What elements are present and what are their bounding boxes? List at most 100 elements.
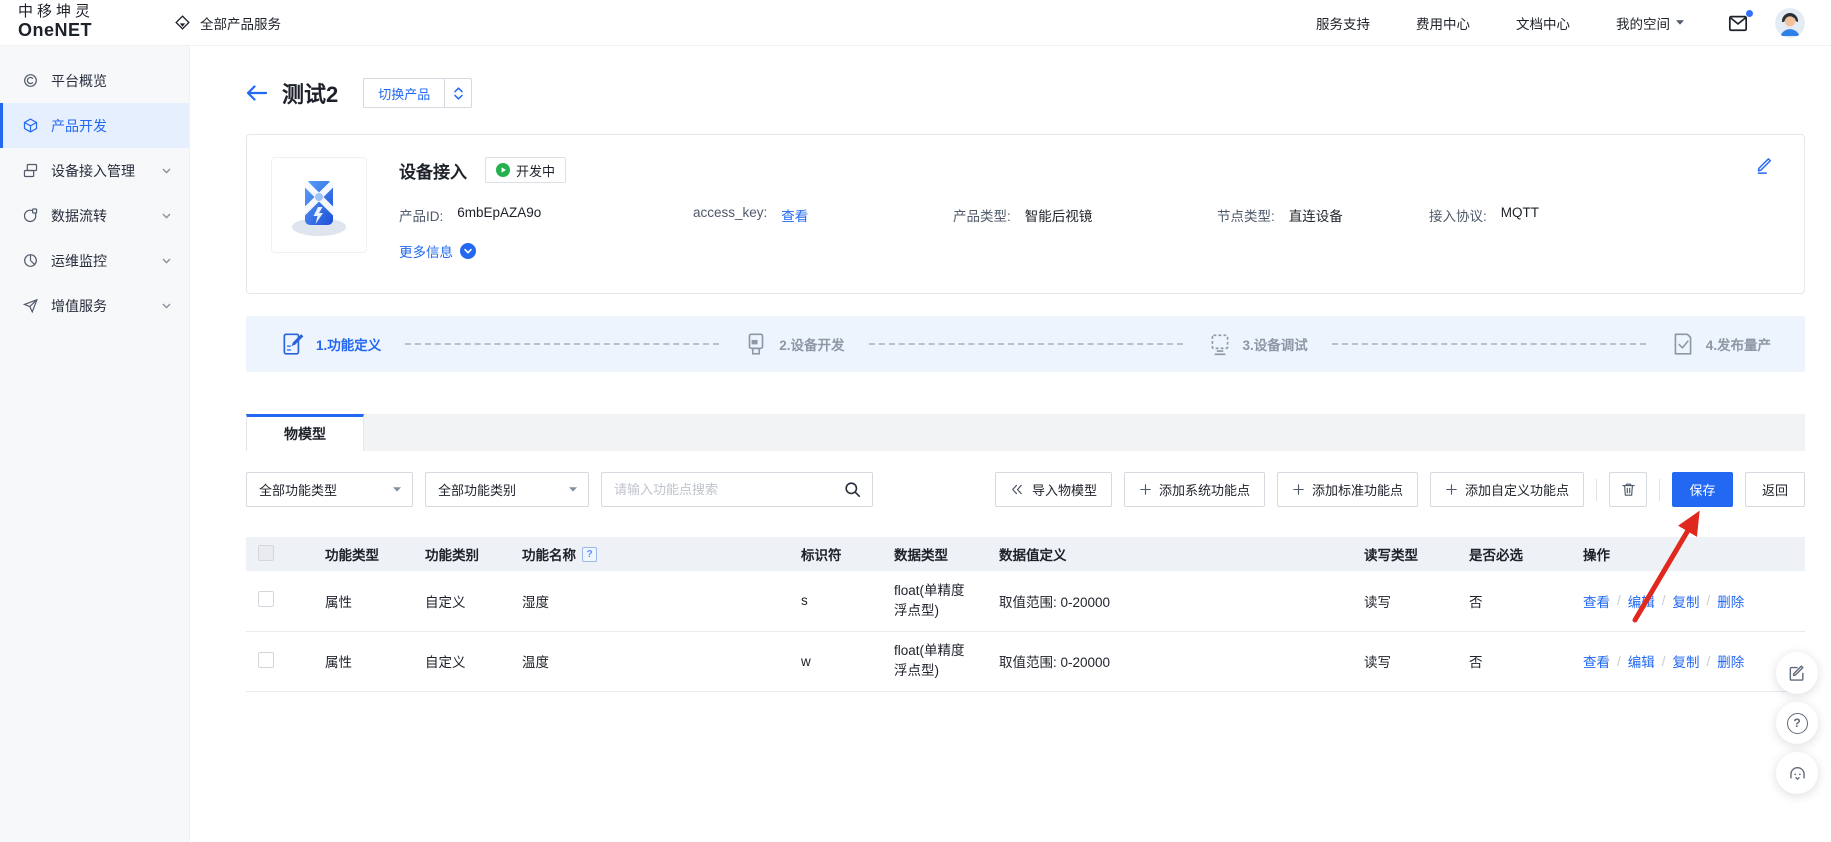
sidebar-item-label: 增值服务 [51, 297, 107, 314]
tab-thing-model[interactable]: 物模型 [246, 414, 364, 451]
sidebar-item-label: 数据流转 [51, 207, 107, 224]
delete-link[interactable]: 删除 [1717, 651, 1744, 671]
status-text: 开发中 [516, 163, 556, 179]
caret-down-icon [569, 487, 577, 492]
col-data-type: 数据类型 [894, 548, 948, 563]
arrow-left-icon [246, 85, 267, 101]
trash-icon [1621, 483, 1635, 496]
paper-plane-icon [22, 297, 39, 314]
col-value-def: 数据值定义 [999, 548, 1067, 563]
toolbar: 全部功能类型 全部功能类别 导入物模型 [246, 472, 1805, 507]
add-custom-point-button[interactable]: 添加自定义功能点 [1429, 472, 1584, 507]
import-model-button[interactable]: 导入物模型 [994, 472, 1112, 507]
add-custom-point-label: 添加自定义功能点 [1464, 483, 1569, 498]
nav-billing-center[interactable]: 费用中心 [1416, 13, 1470, 33]
col-required: 是否必选 [1469, 548, 1523, 563]
divider [1596, 478, 1597, 501]
back-button[interactable] [246, 84, 267, 102]
add-standard-point-button[interactable]: 添加标准功能点 [1276, 472, 1418, 507]
logo-cn-text: 中移坤灵 [18, 4, 95, 21]
question-icon: ? [1786, 712, 1808, 734]
delete-link[interactable]: 删除 [1717, 591, 1744, 611]
edit-link[interactable]: 编辑 [1628, 651, 1655, 671]
sidebar-item-value-added[interactable]: 增值服务 [0, 283, 189, 328]
my-space-label: 我的空间 [1616, 16, 1670, 32]
switch-product-button[interactable]: 切换产品 [363, 78, 473, 108]
device-dashed-icon [1211, 334, 1228, 356]
step-function-definition[interactable]: 1.功能定义 [280, 331, 381, 357]
device-access-icon [22, 162, 39, 179]
help-button[interactable]: ? [1776, 702, 1818, 744]
sidebar-item-data-flow[interactable]: 数据流转 [0, 193, 189, 238]
top-bar: 中移坤灵 OneNET 全部产品服务 服务支持 费用中心 文档中心 我的空间 [0, 0, 1831, 46]
sidebar-item-product-dev[interactable]: 产品开发 [0, 103, 189, 148]
table-header-row: 功能类型 功能类别 功能名称 ? 标识符 数据类型 数据值定义 读写类型 是否必… [246, 537, 1805, 571]
col-category: 功能类别 [425, 548, 479, 563]
nav-service-support[interactable]: 服务支持 [1316, 13, 1370, 33]
sidebar-item-ops-monitoring[interactable]: 运维监控 [0, 238, 189, 283]
product-info-card: 设备接入 开发中 产品ID: 6mbEpAZA9o access_key: 查看… [246, 134, 1805, 294]
plus-icon [1293, 484, 1304, 495]
step-connector [1331, 343, 1646, 345]
assistant-button[interactable] [1776, 752, 1818, 794]
switch-product-label: 切换产品 [378, 86, 431, 102]
plus-icon [1140, 484, 1151, 495]
row-checkbox[interactable] [258, 651, 274, 668]
data-flow-icon [22, 207, 39, 224]
sidebar-item-label: 产品开发 [51, 117, 107, 134]
function-type-select[interactable]: 全部功能类型 [246, 472, 413, 507]
pie-chart-icon [22, 252, 39, 269]
function-category-select[interactable]: 全部功能类别 [425, 472, 589, 507]
product-image [271, 157, 367, 253]
plus-icon [1446, 484, 1457, 495]
nav-docs-center[interactable]: 文档中心 [1516, 13, 1570, 33]
add-system-point-label: 添加系统功能点 [1158, 483, 1250, 498]
col-rw-type: 读写类型 [1364, 548, 1418, 563]
view-link[interactable]: 查看 [1583, 651, 1610, 671]
add-system-point-button[interactable]: 添加系统功能点 [1123, 472, 1265, 507]
copy-link[interactable]: 复制 [1673, 651, 1700, 671]
row-checkbox[interactable] [258, 591, 274, 608]
chevron-down-icon [162, 213, 171, 219]
more-info-toggle[interactable]: 更多信息 [399, 241, 476, 261]
step-device-development[interactable]: 2.设备开发 [743, 331, 845, 357]
sidebar-item-label: 设备接入管理 [51, 162, 135, 179]
cube-icon [22, 117, 39, 134]
edit-product-button[interactable] [1755, 155, 1774, 174]
main-content: 测试2 切换产品 设备接入 开发中 产品ID: 6mbEpAZA9o acces… [190, 46, 1831, 842]
sidebar-item-label: 运维监控 [51, 252, 107, 269]
view-link[interactable]: 查看 [1583, 591, 1610, 611]
messages-button[interactable] [1727, 9, 1753, 33]
user-avatar[interactable] [1775, 7, 1805, 38]
step-connector [868, 343, 1183, 345]
help-icon[interactable]: ? [582, 546, 597, 562]
doc-pencil-icon [283, 333, 304, 355]
caret-down-icon [1676, 20, 1684, 25]
view-access-key-link[interactable]: 查看 [781, 205, 808, 225]
feedback-button[interactable] [1776, 652, 1818, 694]
step-release-production[interactable]: 4.发布量产 [1670, 331, 1771, 357]
nav-my-space[interactable]: 我的空间 [1616, 13, 1685, 33]
save-button[interactable]: 保存 [1672, 472, 1733, 507]
search-icon[interactable] [843, 480, 862, 499]
all-products-menu[interactable]: 全部产品服务 [174, 13, 281, 33]
sidebar-item-platform-overview[interactable]: 平台概览 [0, 58, 189, 103]
floating-buttons: ? [1776, 652, 1818, 794]
import-model-label: 导入物模型 [1031, 483, 1097, 498]
field-protocol: 接入协议: MQTT [1429, 205, 1540, 224]
delete-selected-button[interactable] [1609, 472, 1647, 507]
divider [1659, 478, 1660, 501]
copy-link[interactable]: 复制 [1673, 591, 1700, 611]
onenet-logo: 中移坤灵 OneNET [18, 4, 150, 40]
up-down-chevrons-icon [444, 79, 471, 107]
device-icon [748, 333, 764, 355]
tab-strip: 物模型 [246, 414, 1805, 451]
edit-link[interactable]: 编辑 [1628, 591, 1655, 611]
field-access-key: access_key: 查看 [693, 205, 809, 225]
search-input[interactable] [614, 482, 843, 497]
back-to-list-button[interactable]: 返回 [1745, 472, 1805, 507]
select-all-checkbox[interactable] [258, 544, 274, 561]
pencil-icon [1757, 158, 1772, 174]
step-device-debug[interactable]: 3.设备调试 [1207, 331, 1308, 357]
sidebar-item-device-access[interactable]: 设备接入管理 [0, 148, 189, 193]
